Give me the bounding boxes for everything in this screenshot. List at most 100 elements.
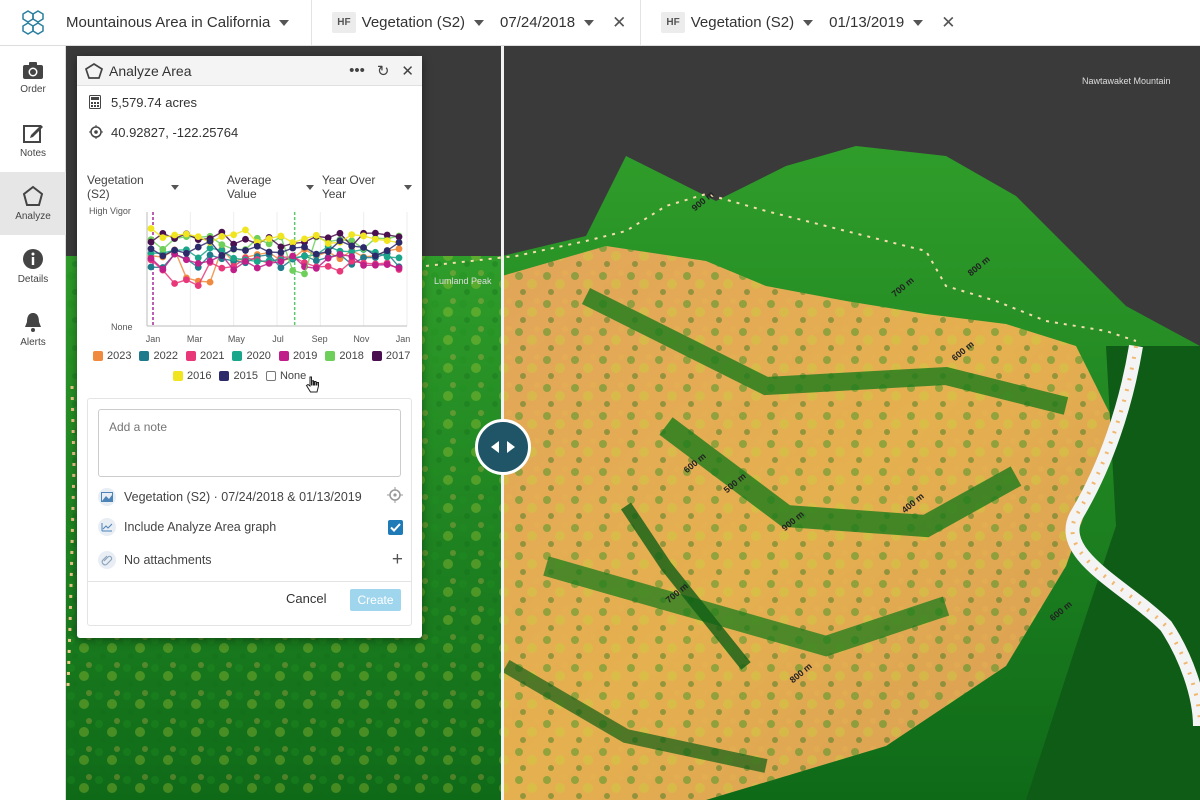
check-icon xyxy=(390,522,401,532)
legend-label: 2020 xyxy=(246,350,271,362)
data-point xyxy=(206,251,214,259)
area-selector[interactable]: Mountainous Area in California xyxy=(66,0,313,45)
legend-swatch xyxy=(371,351,382,361)
data-point xyxy=(159,234,167,242)
nav-analyze[interactable]: Analyze xyxy=(0,172,66,235)
data-point xyxy=(277,264,285,272)
edit-icon xyxy=(23,125,43,143)
chevron-down-icon xyxy=(584,19,595,26)
legend-item[interactable]: 2015 xyxy=(219,370,258,382)
y-label-bottom: None xyxy=(111,322,133,332)
data-point xyxy=(395,254,403,262)
legend-swatch xyxy=(139,351,150,361)
chevron-down-icon xyxy=(803,19,814,26)
cancel-button[interactable]: Cancel xyxy=(286,591,326,606)
legend-row: 2023 2022 2021 2020 2019 2018 2017 xyxy=(93,346,413,366)
create-button[interactable]: Create xyxy=(350,589,401,611)
legend-item[interactable]: 2016 xyxy=(173,370,211,382)
app-logo[interactable] xyxy=(0,0,66,46)
close-icon[interactable]: ✕ xyxy=(401,62,414,80)
legend-item[interactable]: 2020 xyxy=(232,350,271,362)
bell-icon xyxy=(25,313,41,332)
legend-item[interactable]: 2017 xyxy=(371,350,410,362)
drag-arrows-icon xyxy=(491,441,515,453)
mode-dropdown[interactable]: Year Over Year xyxy=(322,173,412,201)
legend-item[interactable]: 2022 xyxy=(139,350,178,362)
layer-left: HF Vegetation (S2) 07/24/2018 ✕ xyxy=(312,0,642,45)
chevron-down-icon xyxy=(474,19,485,26)
data-point xyxy=(147,263,155,271)
analyze-panel: Analyze Area ••• ↻ ✕ 5,579.74 acres 40.9… xyxy=(77,56,422,638)
more-icon[interactable]: ••• xyxy=(349,62,365,79)
data-point xyxy=(277,258,285,265)
data-point xyxy=(265,235,273,242)
layer-name-dropdown[interactable]: Vegetation (S2) xyxy=(362,14,485,31)
layer-right: HF Vegetation (S2) 01/13/2019 ✕ xyxy=(641,0,969,45)
data-point xyxy=(253,258,261,265)
data-point xyxy=(159,245,167,253)
layer-date-dropdown[interactable]: 01/13/2019 xyxy=(829,14,924,31)
y-label-top: High Vigor xyxy=(89,206,131,216)
data-point xyxy=(301,235,308,243)
data-point xyxy=(265,259,273,267)
data-point xyxy=(289,244,297,252)
legend-item[interactable]: 2021 xyxy=(185,350,224,362)
data-point xyxy=(218,233,226,240)
chevron-down-icon xyxy=(170,184,179,190)
legend-item[interactable]: None xyxy=(265,370,306,382)
legend-item[interactable]: 2023 xyxy=(93,350,131,362)
camera-icon xyxy=(23,62,43,79)
area-value: 5,579.74 acres xyxy=(111,94,198,110)
data-point xyxy=(194,282,202,290)
data-point xyxy=(147,238,155,246)
data-point xyxy=(206,257,214,265)
coords-value: 40.92827, -122.25764 xyxy=(111,124,239,140)
data-point xyxy=(395,264,403,272)
split-handle[interactable] xyxy=(475,419,531,475)
data-point xyxy=(324,240,332,247)
legend-swatch xyxy=(325,351,336,361)
data-point xyxy=(289,267,297,274)
note-input[interactable] xyxy=(98,409,401,477)
paperclip-icon xyxy=(101,555,113,566)
peak-label: Nawtawaket Mountain xyxy=(1082,76,1171,86)
include-graph-checkbox[interactable] xyxy=(388,519,403,535)
nav-notes[interactable]: Notes xyxy=(0,109,66,172)
data-point xyxy=(395,239,403,246)
legend-label: 2022 xyxy=(153,350,178,362)
crosshair-icon[interactable] xyxy=(387,487,403,503)
layer-date-dropdown[interactable]: 07/24/2018 xyxy=(500,14,595,31)
data-point xyxy=(194,259,202,267)
add-attachment-icon[interactable]: + xyxy=(392,549,403,571)
layer-dropdown[interactable]: Vegetation (S2) xyxy=(87,173,179,201)
legend-swatch xyxy=(219,371,230,381)
close-icon[interactable]: ✕ xyxy=(612,13,626,33)
layer-summary-row: Vegetation (S2) · 07/24/2018 & 01/13/201… xyxy=(98,487,403,506)
legend-swatch xyxy=(232,351,243,361)
data-point xyxy=(183,256,190,264)
attachments-row: No attachments + xyxy=(98,549,403,571)
layer-name-dropdown[interactable]: Vegetation (S2) xyxy=(691,14,814,31)
nav-details[interactable]: Details xyxy=(0,235,66,298)
data-point xyxy=(147,225,155,232)
data-point xyxy=(171,231,179,239)
close-icon[interactable]: ✕ xyxy=(941,13,955,33)
note-card: Vegetation (S2) · 07/24/2018 & 01/13/201… xyxy=(87,398,412,626)
data-point xyxy=(383,237,391,244)
layer-summary: Vegetation (S2) · 07/24/2018 & 01/13/201… xyxy=(124,489,362,504)
side-nav: Order Notes Analyze Details Alerts xyxy=(0,46,66,800)
nav-order[interactable]: Order xyxy=(0,46,66,109)
legend-item[interactable]: 2019 xyxy=(278,350,317,362)
data-point xyxy=(230,231,238,239)
crosshair-icon xyxy=(89,125,103,139)
calculator-icon xyxy=(89,95,101,109)
hexagon-logo-icon xyxy=(22,9,44,35)
legend-item[interactable]: 2018 xyxy=(325,350,364,362)
data-point xyxy=(230,245,238,253)
data-point xyxy=(301,243,308,251)
nav-alerts[interactable]: Alerts xyxy=(0,298,66,361)
legend-swatch xyxy=(173,371,183,381)
data-point xyxy=(383,253,391,261)
refresh-icon[interactable]: ↻ xyxy=(377,62,390,80)
metric-dropdown[interactable]: Average Value xyxy=(227,173,314,201)
